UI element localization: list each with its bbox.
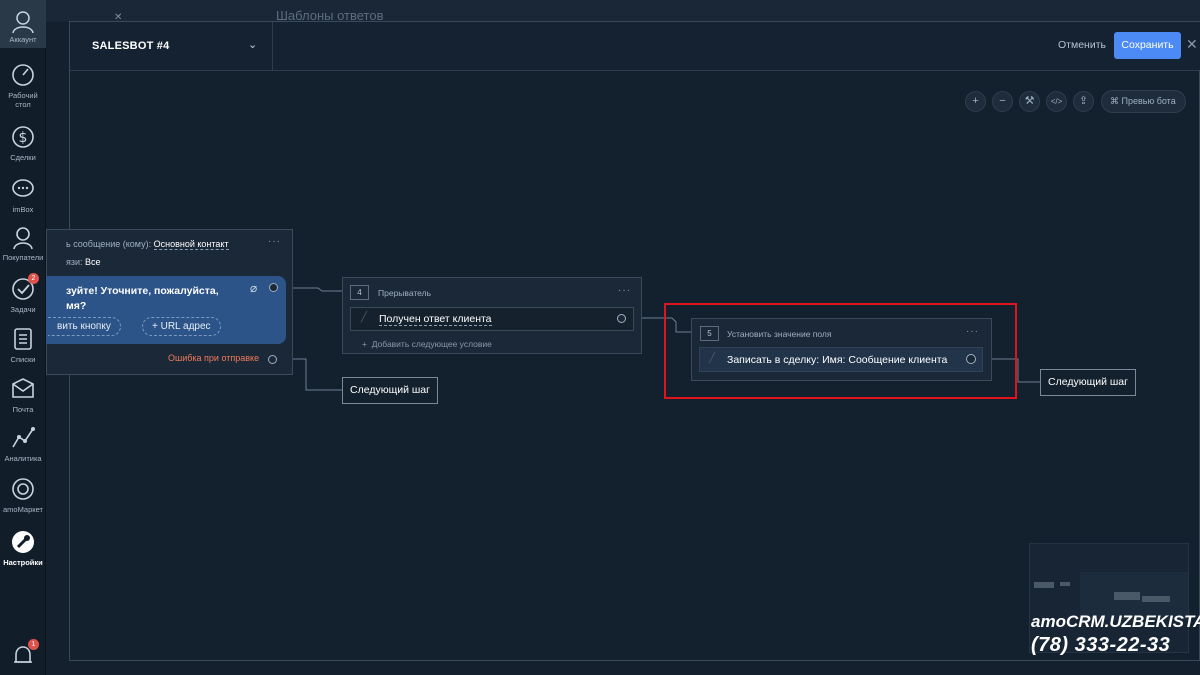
block-number: 4 — [350, 285, 369, 300]
nav-label: Сделки — [10, 153, 36, 162]
condition-text[interactable]: Получен ответ клиента — [379, 313, 492, 326]
preview-bot-button[interactable]: ⌘ Превью бота — [1101, 90, 1186, 113]
account-avatar-icon — [12, 11, 34, 34]
dashboard-icon — [12, 64, 34, 86]
channel-value[interactable]: Все — [85, 257, 101, 267]
chevron-down-icon[interactable]: ⌄ — [248, 38, 257, 51]
upload-icon[interactable]: ⇪ — [1073, 91, 1094, 112]
zoom-in-icon[interactable]: + — [965, 91, 986, 112]
background-header — [46, 0, 1200, 22]
message-text: зуйте! Уточните, пожалуйста, мя? — [66, 285, 219, 312]
add-condition-label: Добавить следующее условие — [371, 339, 492, 349]
watermark-phone: (78) 333-22-33 — [1031, 634, 1171, 656]
watermark-brand: amoCRM.UZBEKISTAN — [1031, 612, 1200, 631]
nav-account-label: Аккаунт — [9, 35, 37, 44]
more-icon[interactable]: ··· — [618, 285, 631, 296]
nav-item-notifications[interactable]: 1 — [0, 639, 46, 669]
nav-item-settings[interactable]: Настройки — [0, 529, 46, 567]
next-step-button[interactable]: Следующий шаг — [1040, 369, 1136, 396]
page: ✕ Шаблоны ответов Аккаунт Рабочий стол $… — [0, 0, 1200, 675]
attachment-icon[interactable]: ⌀ — [250, 281, 257, 295]
cancel-button[interactable]: Отменить — [1058, 39, 1106, 51]
nav-label: Почта — [12, 405, 34, 414]
robot-icon: ⌘ — [1110, 96, 1119, 106]
header-divider — [272, 22, 273, 71]
left-nav: Аккаунт Рабочий стол $ Сделки imBox Поку… — [0, 0, 46, 675]
error-connector-port[interactable] — [268, 355, 277, 364]
condition-connector-port[interactable] — [617, 314, 626, 323]
preview-bot-label: Превью бота — [1121, 96, 1176, 106]
connector-port[interactable] — [269, 283, 278, 292]
customers-icon — [13, 227, 33, 250]
modal-header: SALESBOT #4 ⌄ Отменить Сохранить ✕ — [70, 22, 1200, 71]
nav-item-tasks[interactable]: 2 Задачи — [0, 273, 46, 314]
nav-item-mail[interactable]: Почта — [0, 376, 46, 414]
nav-label: Аналитика — [4, 454, 42, 463]
lists-icon — [14, 328, 32, 350]
analytics-icon — [12, 427, 35, 448]
add-button-pill[interactable]: вить кнопку — [48, 317, 121, 336]
settings-icon — [12, 531, 34, 553]
nav-item-lists[interactable]: Списки — [0, 326, 46, 364]
highlight-frame — [664, 303, 1017, 399]
plus-icon: + — [362, 339, 372, 349]
nav-label: Задачи — [10, 305, 36, 314]
url-button-pill[interactable]: + URL адрес — [142, 317, 221, 336]
next-step-button[interactable]: Следующий шаг — [342, 377, 438, 404]
notifications-badge: 1 — [28, 639, 39, 650]
nav-item-imbox[interactable]: imBox — [0, 176, 46, 214]
mail-icon — [12, 378, 34, 398]
block-title: Прерыватель — [378, 288, 431, 298]
nav-item-dashboard[interactable]: Рабочий стол — [0, 62, 46, 109]
recipient-value[interactable]: Основной контакт — [153, 239, 229, 250]
zoom-out-icon[interactable]: − — [992, 91, 1013, 112]
channel-label: язи: — [66, 257, 83, 267]
save-button[interactable]: Сохранить — [1114, 32, 1181, 59]
nav-item-market[interactable]: amoМаркет — [0, 476, 46, 514]
nav-label: Рабочий стол — [8, 91, 38, 109]
bot-name[interactable]: SALESBOT #4 — [92, 40, 169, 52]
svg-text:$: $ — [19, 130, 28, 146]
close-icon[interactable]: ✕ — [1186, 36, 1198, 53]
code-icon[interactable]: </> — [1046, 91, 1067, 112]
nav-item-customers[interactable]: Покупатели — [0, 224, 46, 262]
nav-label: imBox — [12, 205, 34, 214]
nav-item-deals[interactable]: $ Сделки — [0, 124, 46, 162]
more-icon[interactable]: ··· — [268, 236, 281, 247]
pencil-icon: ╱ — [361, 312, 368, 323]
market-icon — [12, 478, 34, 500]
send-error-label: Ошибка при отправке — [168, 353, 260, 363]
nav-item-analytics[interactable]: Аналитика — [0, 425, 46, 463]
nav-account[interactable]: Аккаунт — [0, 0, 46, 48]
nav-label: Списки — [10, 355, 36, 364]
message-recipient: ь сообщение (кому): Основной контакт — [66, 239, 229, 250]
nav-label: Настройки — [3, 558, 43, 567]
magic-wand-icon[interactable]: ⚒ — [1019, 91, 1040, 112]
chat-icon — [12, 179, 34, 197]
nav-label: Покупатели — [2, 253, 44, 262]
tasks-badge: 2 — [28, 273, 39, 284]
nav-label: amoМаркет — [3, 505, 43, 514]
message-channel: язи: Все — [66, 257, 146, 267]
dollar-icon: $ — [12, 126, 34, 148]
recipient-label: ь сообщение (кому): — [66, 239, 152, 249]
add-condition-link[interactable]: + Добавить следующее условие — [362, 339, 492, 349]
